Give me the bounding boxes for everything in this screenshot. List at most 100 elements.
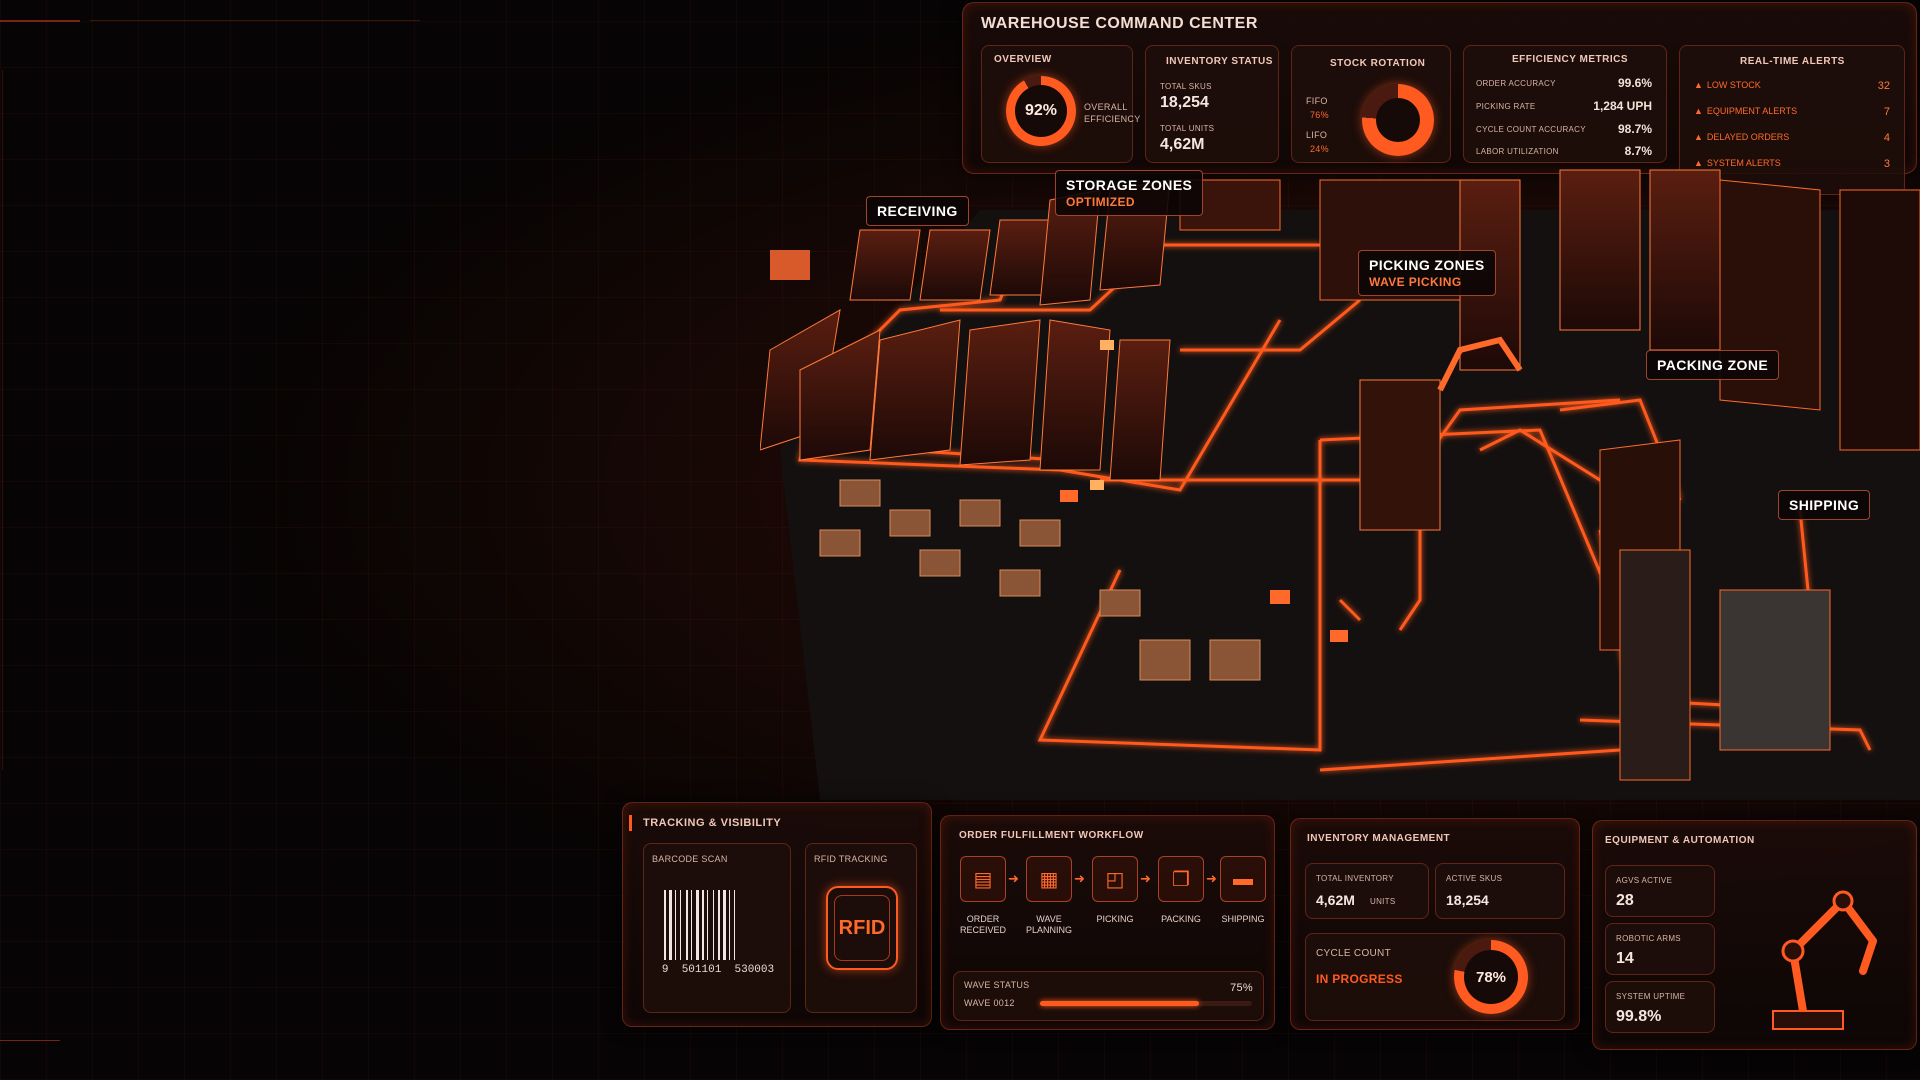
workflow-step[interactable]: ◰ PICKING <box>1089 856 1141 925</box>
zone-label-text: STORAGE ZONES <box>1066 177 1193 193</box>
stock-rotation-card: STOCK ROTATION FIFO 76% LIFO 24% <box>1291 45 1451 163</box>
barcode-label: BARCODE SCAN <box>652 854 728 864</box>
alert-row[interactable]: ▲ EQUIPMENT ALERTS 7 <box>1694 106 1890 122</box>
warning-icon: ▲ <box>1694 132 1703 142</box>
arrow-right-icon: ➜ <box>1140 871 1151 886</box>
workflow-step-label: PACKING <box>1161 914 1201 924</box>
metric-label: PICKING RATE <box>1476 102 1536 111</box>
stock-rotation-title: STOCK ROTATION <box>1330 58 1426 69</box>
barcode-bar <box>691 890 692 960</box>
alert-label: EQUIPMENT ALERTS <box>1706 106 1798 116</box>
zone-label-text: PICKING ZONES <box>1369 257 1485 273</box>
chart-icon: ▦ <box>1026 856 1072 902</box>
metric-value: 1,284 UPH <box>1593 99 1652 113</box>
barcode-card: BARCODE SCAN 9 501101 530003 <box>643 843 791 1013</box>
alert-row[interactable]: ▲ LOW STOCK 32 <box>1694 80 1890 96</box>
wave-progress-fill <box>1040 1001 1199 1006</box>
metric-label: CYCLE COUNT ACCURACY <box>1476 125 1586 134</box>
zone-label-subtext: WAVE PICKING <box>1369 275 1462 289</box>
metric-row: CYCLE COUNT ACCURACY 98.7% <box>1476 122 1652 142</box>
alert-count: 32 <box>1877 80 1890 92</box>
agvs-card: AGVS ACTIVE 28 <box>1605 865 1715 917</box>
lifo-label: LIFO <box>1306 130 1328 140</box>
document-icon: ▤ <box>960 856 1006 902</box>
barcode-bar <box>718 890 720 960</box>
zone-label-storage: STORAGE ZONES OPTIMIZED <box>1055 170 1204 216</box>
wave-status-label: WAVE STATUS <box>964 980 1030 990</box>
inventory-status-card: INVENTORY STATUS TOTAL SKUS 18,254 TOTAL… <box>1145 45 1279 163</box>
active-skus-value: 18,254 <box>1446 892 1489 908</box>
overview-title: OVERVIEW <box>994 54 1052 65</box>
barcode-bar <box>696 890 699 960</box>
workflow-title: ORDER FULFILLMENT WORKFLOW <box>959 830 1144 841</box>
overview-efficiency-label-2: EFFICIENCY <box>1084 114 1141 124</box>
zone-label-receiving: RECEIVING <box>866 196 969 226</box>
box-icon: ❐ <box>1158 856 1204 902</box>
truck-icon: ▬ <box>1220 856 1266 902</box>
warning-icon: ▲ <box>1694 106 1703 116</box>
arrow-right-icon: ➜ <box>1206 871 1217 886</box>
arrow-right-icon: ➜ <box>1074 871 1085 886</box>
active-skus-card: ACTIVE SKUS 18,254 <box>1435 863 1565 919</box>
alerts-title: REAL-TIME ALERTS <box>1740 56 1845 67</box>
total-inventory-card: TOTAL INVENTORY 4,62M UNITS <box>1305 863 1429 919</box>
active-skus-label: ACTIVE SKUS <box>1446 874 1503 883</box>
warehouse-map <box>760 169 1920 800</box>
robotic-arms-label: ROBOTIC ARMS <box>1616 934 1681 943</box>
workflow-step-label: PICKING <box>1096 914 1134 924</box>
efficiency-metrics-card: EFFICIENCY METRICS ORDER ACCURACY 99.6% … <box>1463 45 1667 163</box>
barcode-bar <box>734 890 735 960</box>
wave-status-card: WAVE STATUS WAVE 0012 75% <box>953 971 1264 1021</box>
barcode-bar <box>723 890 726 960</box>
overview-card: OVERVIEW 92% OVERALL EFFICIENCY <box>981 45 1140 163</box>
alert-row[interactable]: ▲ DELAYED ORDERS 4 <box>1694 132 1890 148</box>
workflow-step[interactable]: ▤ ORDER RECEIVED <box>957 856 1009 936</box>
zone-label-text: SHIPPING <box>1789 497 1860 513</box>
barcode-bar <box>713 890 714 960</box>
workflow-step-label: ORDER RECEIVED <box>959 914 1006 935</box>
agvs-value: 28 <box>1616 892 1634 909</box>
zone-label-packing: PACKING ZONE <box>1646 350 1780 380</box>
barcode-bar <box>680 890 681 960</box>
barcode-bar <box>707 890 708 960</box>
robotic-arms-card: ROBOTIC ARMS 14 <box>1605 923 1715 975</box>
zone-label-picking: PICKING ZONES WAVE PICKING <box>1358 250 1496 296</box>
warning-icon: ▲ <box>1694 80 1703 90</box>
alert-count: 7 <box>1883 106 1890 118</box>
workflow-step[interactable]: ▦ WAVE PLANNING <box>1023 856 1075 936</box>
inventory-status-title: INVENTORY STATUS <box>1166 56 1273 67</box>
warehouse-floor-scene: RECEIVING STORAGE ZONES OPTIMIZED PICKIN… <box>760 150 1920 800</box>
barcode-bar <box>702 890 704 960</box>
fifo-label: FIFO <box>1306 96 1328 106</box>
workflow-step[interactable]: ❐ PACKING <box>1155 856 1207 925</box>
arrow-right-icon: ➜ <box>1008 871 1019 886</box>
robotic-arms-value: 14 <box>1616 950 1634 967</box>
cycle-count-status: IN PROGRESS <box>1316 972 1403 986</box>
workflow-step-label: SHIPPING <box>1221 914 1265 924</box>
total-skus-label: TOTAL SKUS <box>1160 82 1212 91</box>
metric-row: PICKING RATE 1,284 UPH <box>1476 99 1652 119</box>
picker-icon: ◰ <box>1092 856 1138 902</box>
barcode-bar <box>664 890 666 960</box>
inventory-management-panel: INVENTORY MANAGEMENT TOTAL INVENTORY 4,6… <box>1290 818 1580 1030</box>
cycle-count-value: 78% <box>1464 950 1518 1004</box>
system-uptime-card: SYSTEM UPTIME 99.8% <box>1605 981 1715 1033</box>
barcode-bar <box>729 890 730 960</box>
page-title: WAREHOUSE COMMAND CENTER <box>981 15 1258 32</box>
rfid-icon: RFID <box>826 886 898 970</box>
alert-count: 4 <box>1883 132 1890 144</box>
cycle-count-card: CYCLE COUNT IN PROGRESS 78% <box>1305 933 1565 1021</box>
workflow-step[interactable]: ▬ SHIPPING <box>1217 856 1269 925</box>
fifo-value: 76% <box>1310 110 1329 120</box>
alert-label: LOW STOCK <box>1706 80 1761 90</box>
barcode-bar <box>669 890 672 960</box>
efficiency-metrics-title: EFFICIENCY METRICS <box>1512 54 1629 65</box>
zone-label-shipping: SHIPPING <box>1778 490 1871 520</box>
zone-label-text: PACKING ZONE <box>1657 357 1769 373</box>
robot-arm-icon <box>1772 890 1877 1030</box>
total-inventory-label: TOTAL INVENTORY <box>1316 874 1394 883</box>
wave-progress-value: 75% <box>1230 982 1253 994</box>
agvs-label: AGVS ACTIVE <box>1616 876 1673 885</box>
metric-value: 98.7% <box>1617 122 1652 136</box>
workflow-panel: ORDER FULFILLMENT WORKFLOW ▤ ORDER RECEI… <box>940 815 1275 1030</box>
